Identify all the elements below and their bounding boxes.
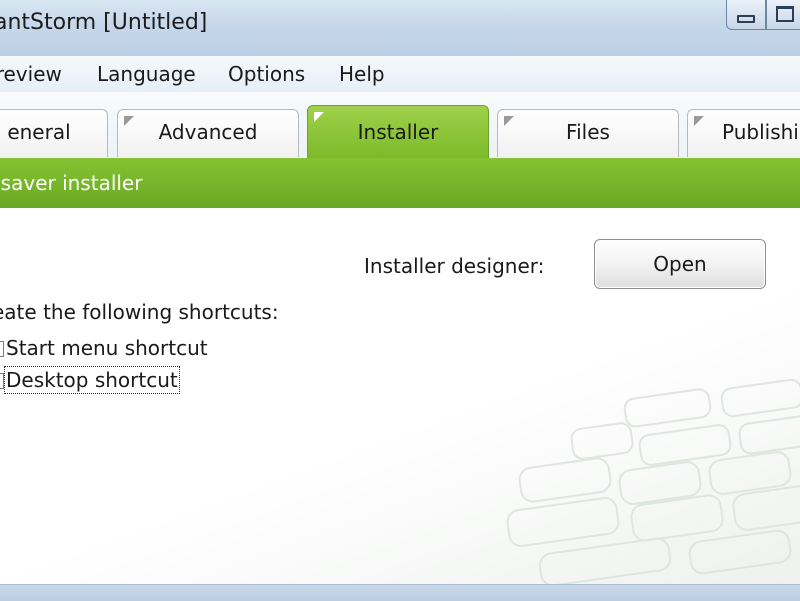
menu-language[interactable]: Language bbox=[97, 62, 196, 86]
title-bar: antStorm [Untitled] bbox=[0, 0, 800, 57]
window-controls bbox=[726, 0, 800, 30]
tab-advanced[interactable]: Advanced bbox=[117, 109, 299, 157]
tab-label: Advanced bbox=[158, 120, 258, 144]
tab-corner-icon bbox=[124, 116, 134, 126]
desktop-shortcut-checkbox[interactable]: Desktop shortcut bbox=[0, 366, 180, 394]
maximize-button[interactable] bbox=[766, 0, 800, 30]
start-menu-shortcut-checkbox[interactable]: Start menu shortcut bbox=[0, 336, 208, 360]
checkbox-icon bbox=[0, 341, 4, 357]
tab-corner-icon bbox=[504, 116, 514, 126]
tab-label: Installer bbox=[357, 120, 439, 144]
tab-installer[interactable]: Installer bbox=[307, 105, 489, 159]
menu-options[interactable]: Options bbox=[228, 62, 305, 86]
tab-files[interactable]: Files bbox=[497, 109, 679, 157]
installer-designer-label: Installer designer: bbox=[364, 254, 545, 278]
section-header: nsaver installer bbox=[0, 158, 800, 208]
tab-label: eneral bbox=[7, 120, 71, 144]
checkbox-label: Desktop shortcut bbox=[4, 366, 180, 394]
menu-help[interactable]: Help bbox=[339, 62, 385, 86]
tab-general[interactable]: eneral bbox=[0, 109, 108, 157]
menu-preview[interactable]: Preview bbox=[0, 62, 62, 86]
tab-corner-icon bbox=[694, 116, 704, 126]
shortcuts-label: eate the following shortcuts: bbox=[0, 300, 279, 324]
installer-panel: Installer designer: Open eate the follow… bbox=[0, 208, 800, 584]
checkbox-label: Start menu shortcut bbox=[6, 336, 208, 360]
section-title: nsaver installer bbox=[0, 171, 143, 195]
checkbox-icon bbox=[0, 373, 4, 389]
minimize-button[interactable] bbox=[726, 0, 766, 30]
open-designer-button[interactable]: Open bbox=[594, 239, 766, 289]
maximize-icon bbox=[776, 5, 794, 22]
tab-strip: eneral Advanced Installer Files Publishi bbox=[0, 92, 800, 159]
tab-label: Publishi bbox=[722, 120, 799, 144]
tab-corner-icon bbox=[314, 112, 324, 122]
tab-publishing[interactable]: Publishi bbox=[687, 109, 800, 157]
window-bottom-edge bbox=[0, 584, 800, 601]
minimize-icon bbox=[737, 14, 755, 23]
window-title: antStorm [Untitled] bbox=[0, 10, 208, 35]
tab-label: Files bbox=[566, 120, 610, 144]
menu-bar: Preview Language Options Help bbox=[0, 56, 800, 93]
